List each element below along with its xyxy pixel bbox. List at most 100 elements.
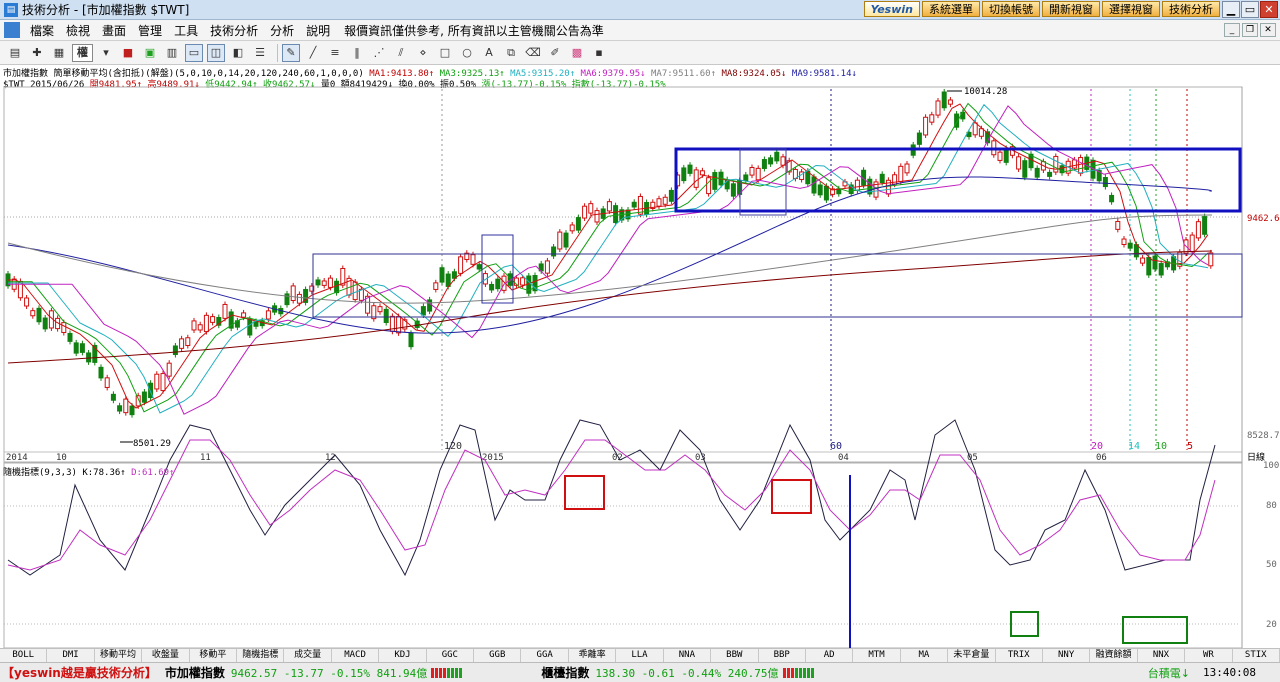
candle-body xyxy=(904,163,910,174)
erase-icon[interactable]: ⌫ xyxy=(524,44,542,62)
mdi-restore-icon[interactable]: ❐ xyxy=(1242,23,1258,37)
menu-tech-analysis[interactable]: 技術分析 xyxy=(204,22,264,39)
close-icon[interactable]: ✕ xyxy=(1260,1,1278,18)
draw-tool-icon[interactable]: ✎ xyxy=(282,43,300,62)
menu-file[interactable]: 檔案 xyxy=(24,22,60,39)
ma-line xyxy=(8,103,1209,414)
table-icon[interactable]: ▥ xyxy=(163,44,181,62)
candle-body xyxy=(972,122,978,136)
menu-manage[interactable]: 管理 xyxy=(132,22,168,39)
save-icon[interactable]: ▪ xyxy=(590,44,608,62)
indicator-tab-8[interactable]: KDJ xyxy=(379,649,427,662)
mdi-minimize-icon[interactable]: _ xyxy=(1224,23,1240,37)
marker-label-14: 14 xyxy=(1128,441,1140,452)
indicator-tab-16[interactable]: BBP xyxy=(759,649,806,662)
menu-view[interactable]: 檢視 xyxy=(60,22,96,39)
indicator-tab-9[interactable]: GGC xyxy=(427,649,475,662)
indicator-tab-23[interactable]: 融資餘額 xyxy=(1090,649,1138,662)
indicator-tab-14[interactable]: NNA xyxy=(664,649,712,662)
indicator-tab-2[interactable]: 移動平均 xyxy=(95,649,143,662)
menu-help[interactable]: 說明 xyxy=(300,22,336,39)
indicator-tab-6[interactable]: 成交量 xyxy=(284,649,332,662)
indicator-tab-17[interactable]: AD xyxy=(806,649,854,662)
indicator-tab-15[interactable]: BBW xyxy=(711,649,759,662)
indicator-tab-7[interactable]: MACD xyxy=(332,649,380,662)
delete-icon[interactable]: ✐ xyxy=(546,44,564,62)
panel-icon[interactable]: ◧ xyxy=(229,44,247,62)
select-window-button[interactable]: 選擇視窗 xyxy=(1102,1,1160,17)
yeswin-logo[interactable]: Yeswin xyxy=(863,1,920,17)
stoch-100: 100 xyxy=(1263,461,1279,471)
export-icon[interactable]: ▣ xyxy=(141,44,159,62)
marker-label-120: 120 xyxy=(444,441,462,452)
stoch-panel-frame xyxy=(3,462,1243,648)
indicator-tab-21[interactable]: TRIX xyxy=(996,649,1043,662)
chart-type-icon[interactable]: ▤ xyxy=(6,44,24,62)
menu-analysis[interactable]: 分析 xyxy=(264,22,300,39)
color-icon[interactable]: ■ xyxy=(119,44,137,62)
menu-screen[interactable]: 畫面 xyxy=(96,22,132,39)
indicator-tab-13[interactable]: LLA xyxy=(616,649,664,662)
document-icon[interactable] xyxy=(4,22,20,38)
candle-body xyxy=(489,283,495,291)
date-12: 12 xyxy=(325,453,336,463)
mdi-close-icon[interactable]: ✕ xyxy=(1260,23,1276,37)
indicator-tab-12[interactable]: 乖離率 xyxy=(569,649,617,662)
hline-icon[interactable]: ≡ xyxy=(326,44,344,62)
indicator-tab-22[interactable]: NNY xyxy=(1043,649,1091,662)
candle-body xyxy=(458,256,464,274)
parallel-icon[interactable]: ⋄ xyxy=(414,44,432,62)
trendline-icon[interactable]: ╱ xyxy=(304,44,322,62)
tech-analysis-button[interactable]: 技術分析 xyxy=(1162,1,1220,17)
taiex-values: 9462.57 -13.77 -0.15% 841.94億 xyxy=(230,666,428,680)
candle-body xyxy=(110,393,116,401)
fan-icon[interactable]: ⋰ xyxy=(370,44,388,62)
copy-icon[interactable]: ⧉ xyxy=(502,44,520,62)
indicator-tab-0[interactable]: BOLL xyxy=(0,649,48,662)
indicator-tab-3[interactable]: 收盤量 xyxy=(142,649,190,662)
indicator-tab-26[interactable]: STIX xyxy=(1233,649,1280,662)
window-layout-icon[interactable]: ▭ xyxy=(185,43,203,62)
system-menu-button[interactable]: 系統選單 xyxy=(922,1,980,17)
candle-body xyxy=(960,111,966,120)
candle-body xyxy=(383,308,389,324)
indicator-tab-10[interactable]: GGB xyxy=(474,649,522,662)
bottom-price-label: 8528.7 xyxy=(1247,431,1280,441)
indicator-tab-1[interactable]: DMI xyxy=(47,649,95,662)
support-band-box xyxy=(312,253,1243,318)
indicator-tab-5[interactable]: 隨機指標 xyxy=(237,649,285,662)
text-icon[interactable]: A xyxy=(480,44,498,62)
maximize-icon[interactable]: ▭ xyxy=(1241,1,1259,18)
marker-label-20: 20 xyxy=(1091,441,1103,452)
chart-area[interactable]: 市加權指數 簡單移動平均(含扣抵)(解盤)(5,0,10,0,14,20,120… xyxy=(0,65,1280,648)
indicator-tab-20[interactable]: 未平倉量 xyxy=(948,649,996,662)
dropdown-arrow-icon[interactable]: ▾ xyxy=(97,44,115,62)
weight-dropdown[interactable]: 權 xyxy=(72,43,93,62)
indicator-tab-18[interactable]: MTM xyxy=(853,649,901,662)
indicator-tab-19[interactable]: MA xyxy=(901,649,949,662)
indicator-tab-4[interactable]: 移動平 xyxy=(190,649,238,662)
indicator-tab-24[interactable]: NNX xyxy=(1138,649,1186,662)
grid-icon[interactable]: ▦ xyxy=(50,44,68,62)
palette-icon[interactable]: ▩ xyxy=(568,44,586,62)
crosshair-icon[interactable]: ✚ xyxy=(28,44,46,62)
indicator-tab-25[interactable]: WR xyxy=(1185,649,1233,662)
vline-icon[interactable]: ‖ xyxy=(348,44,366,62)
new-window-button[interactable]: 開新視窗 xyxy=(1042,1,1100,17)
candle-body xyxy=(185,337,191,346)
rect-icon[interactable]: □ xyxy=(436,44,454,62)
menu-tools[interactable]: 工具 xyxy=(168,22,204,39)
candle-body xyxy=(916,132,922,145)
list-icon[interactable]: ☰ xyxy=(251,44,269,62)
candle-body xyxy=(427,299,433,312)
watch-stock[interactable]: 台積電↓ xyxy=(1148,665,1190,681)
price-panel-frame xyxy=(3,86,1243,463)
ellipse-icon[interactable]: ○ xyxy=(458,44,476,62)
split-icon[interactable]: ◫ xyxy=(207,43,225,62)
switch-account-button[interactable]: 切換帳號 xyxy=(982,1,1040,17)
candle-body xyxy=(1140,257,1146,264)
indicator-tab-11[interactable]: GGA xyxy=(521,649,569,662)
channel-icon[interactable]: ⫽ xyxy=(392,44,410,62)
minimize-icon[interactable]: ▁ xyxy=(1222,1,1240,18)
candle-body xyxy=(377,306,383,313)
